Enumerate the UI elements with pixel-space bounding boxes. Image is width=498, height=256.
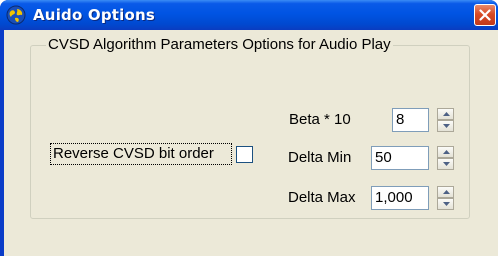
delta-min-input[interactable]: 50 <box>371 146 429 170</box>
delta-min-spin-down-button[interactable] <box>437 158 454 170</box>
title-bar[interactable]: Auido Options <box>0 0 498 30</box>
globe-icon <box>6 5 26 25</box>
delta-max-spinner[interactable] <box>437 186 454 210</box>
beta-spinner[interactable] <box>437 108 454 132</box>
beta-input[interactable]: 8 <box>392 108 429 132</box>
group-legend: CVSD Algorithm Parameters Options for Au… <box>46 36 393 53</box>
beta-spin-up-button[interactable] <box>437 108 454 120</box>
delta-min-spinner[interactable] <box>437 146 454 170</box>
beta-label: Beta * 10 <box>289 111 351 128</box>
window-title: Auido Options <box>33 6 156 24</box>
delta-min-label: Delta Min <box>288 149 352 166</box>
delta-min-spin-up-button[interactable] <box>437 146 454 158</box>
delta-max-input[interactable]: 1,000 <box>371 186 429 210</box>
reverse-bit-order-checkbox[interactable] <box>236 146 253 163</box>
close-button[interactable] <box>474 4 496 26</box>
delta-max-label: Delta Max <box>288 189 356 206</box>
delta-max-spin-down-button[interactable] <box>437 198 454 210</box>
reverse-bit-order-label[interactable]: Reverse CVSD bit order <box>53 145 214 162</box>
beta-spin-down-button[interactable] <box>437 120 454 132</box>
delta-max-spin-up-button[interactable] <box>437 186 454 198</box>
